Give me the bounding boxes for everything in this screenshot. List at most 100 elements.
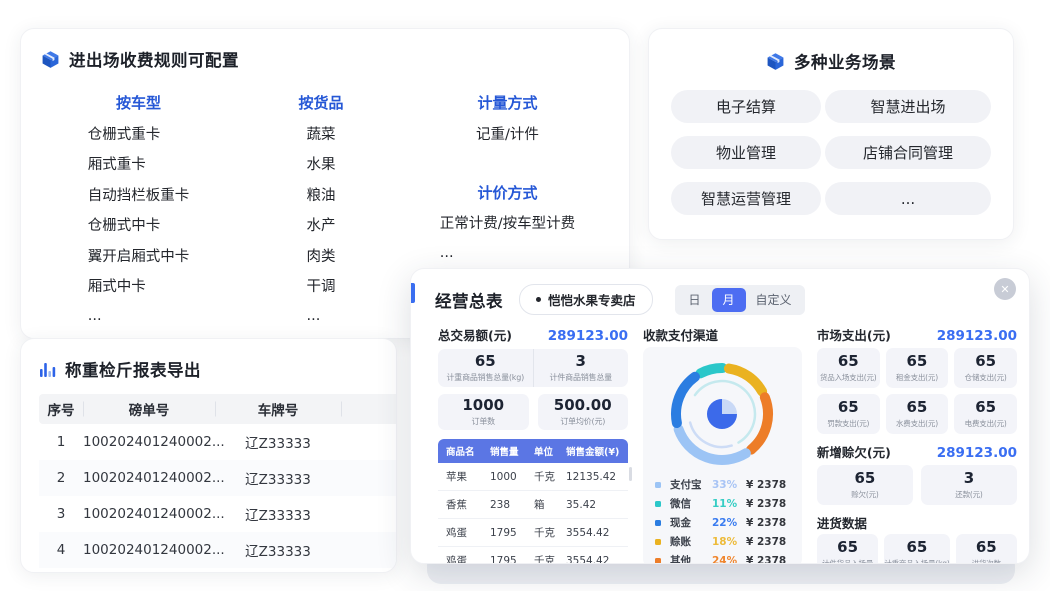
vehicle-type-item: ... [88,301,190,332]
legend-amount: ¥ 2378 [746,517,786,529]
vehicle-type-item: 仓栅式重卡 [88,118,190,149]
table-cell: 单排仓 [341,468,397,488]
stat-value: 65 [854,470,875,487]
product-col-header: 商品名 [438,444,482,458]
product-cell: 3554.42 [558,555,628,565]
product-col-header: 销售量 [482,444,526,458]
measure-method-header: 计量方式 [477,87,537,118]
store-selector[interactable]: 恺恺水果专卖店 [519,284,653,315]
store-name: 恺恺水果专卖店 [548,290,636,309]
market-expense-label: 市场支出(元) [817,325,891,344]
stat-label: 赊欠(元) [851,489,878,500]
payment-donut-chart [663,355,781,473]
weighing-panel: 称重检斤报表导出 序号磅单号车牌号车型 1100202401240002...辽… [20,338,397,573]
product-cell: 35.42 [558,499,628,511]
legend-item: 现金22%¥ 2378 [655,513,790,532]
total-trade-label: 总交易额(元) [438,325,512,344]
rules-panel-title: 进出场收费规则可配置 [69,47,239,71]
vehicle-type-item: 自动挡栏板重卡 [88,179,190,210]
stat-value: 65 [976,539,997,556]
scenario-button[interactable]: 物业管理 [671,136,821,169]
purchase-cards: 65计件货品入场量65计重商品入场量(kg)65进货次数 [817,534,1017,564]
stat-label: 计件货品入场量 [822,558,873,564]
rules-col-goods-header: 按货品 [298,87,343,118]
expense-card: 65租金支出(元) [886,348,949,388]
tab-自定义[interactable]: 自定义 [746,288,802,312]
product-cell: 1795 [482,527,526,539]
stat-label: 仓储支出(元) [965,372,1007,383]
scenario-button[interactable]: 电子结算 [671,90,821,123]
vehicle-type-item: 翼开启厢式中卡 [88,240,190,271]
table-row: 4100202401240002...辽Z33333单排仓 [39,532,397,568]
product-row: 鸡蛋1795千克3554.42 [438,547,628,564]
purchase-card: 65计件货品入场量 [817,534,878,564]
measure-method-item: 记重/计件 [476,118,539,149]
stat-label: 货品入场支出(元) [820,372,877,383]
table-cell: 1 [39,434,83,450]
weighing-col-header: 车型 [341,399,397,419]
order-stat-cards: 1000订单数500.00订单均价(元) [438,394,628,430]
tab-日[interactable]: 日 [678,288,712,312]
product-row: 香蕉238箱35.42 [438,491,628,519]
market-expense-value: 289123.00 [937,328,1017,344]
table-cell: 100202401240002... [83,506,215,522]
stat-value: 65 [907,353,928,370]
legend-percent: 11% [712,498,746,510]
bar-chart-icon [39,361,56,378]
table-cell: 4 [39,542,83,558]
stat-value: 65 [907,399,928,416]
table-cell: 单排仓 [341,504,397,524]
scenario-button[interactable]: 店铺合同管理 [825,136,991,169]
scrollbar-thumb[interactable] [629,467,632,481]
vehicle-type-item: 厢式重卡 [88,149,190,180]
stat-value: 65 [975,399,996,416]
table-cell: 3 [39,506,83,522]
credit-card: 65 赊欠(元) [817,465,913,505]
rules-col-vehicle: 按车型 仓栅式重卡厢式重卡自动挡栏板重卡仓栅式中卡翼开启厢式中卡厢式中卡... [41,87,236,332]
legend-name: 支付宝 [670,477,712,492]
stat-label: 罚款支出(元) [827,418,869,429]
product-cell: 12135.42 [558,471,628,483]
credit-label: 新增赊欠(元) [817,442,891,461]
expense-card: 65电费支出(元) [954,394,1017,434]
sales-total-stat: 65计重商品销售总量(kg) [438,349,533,387]
total-trade-value: 289123.00 [548,328,628,344]
table-row: 1100202401240002...辽Z33333单排仓 [39,424,397,460]
purchase-card: 65进货次数 [956,534,1017,564]
rules-col-goods: 按货品 蔬菜水果粮油水产肉类干调... [236,87,406,332]
legend-swatch-icon [655,539,661,545]
scenario-button[interactable]: ... [825,182,991,215]
legend-name: 现金 [670,515,712,530]
business-summary-panel: 经营总表 恺恺水果专卖店 日月自定义 总交易额(元) 289123.00 65计… [410,268,1030,564]
legend-amount: ¥ 2378 [746,498,786,510]
expense-card: 65货品入场支出(元) [817,348,880,388]
market-expense-cards: 65货品入场支出(元)65租金支出(元)65仓储支出(元)65罚款支出(元)65… [817,348,1017,434]
scenario-button[interactable]: 智慧运营管理 [671,182,821,215]
legend-item: 赊账18%¥ 2378 [655,532,790,551]
legend-name: 微信 [670,496,712,511]
vehicle-type-item: 厢式中卡 [88,271,190,302]
product-cell: 千克 [526,469,558,484]
stat-value: 1000 [462,397,504,414]
legend-swatch-icon [655,501,661,507]
legend-percent: 18% [712,536,746,548]
tab-月[interactable]: 月 [712,288,746,312]
table-cell: 100202401240002... [83,542,215,558]
product-cell: 238 [482,499,526,511]
weighing-table-header: 序号磅单号车牌号车型 [39,394,397,424]
product-cell: 1795 [482,555,526,565]
legend-swatch-icon [655,482,661,488]
price-method-item: 正常计费/按车型计费 [440,208,575,239]
product-sales-table: 商品名销售量单位销售金额(¥) 苹果1000千克12135.42香蕉238箱35… [438,439,628,564]
title-accent [411,283,415,303]
table-cell: 辽Z33333 [215,432,341,452]
stat-value: 3 [576,353,586,370]
credit-card: 3还款(元) [921,465,1017,505]
legend-swatch-icon [655,558,661,564]
stat-label: 水费支出(元) [896,418,938,429]
close-icon[interactable] [994,278,1016,300]
credit-cards: 65 赊欠(元) 3还款(元) [817,465,1017,505]
scenario-button[interactable]: 智慧进出场 [825,90,991,123]
product-cell: 千克 [526,525,558,540]
sales-total-stat: 3计件商品销售总量 [533,349,629,387]
